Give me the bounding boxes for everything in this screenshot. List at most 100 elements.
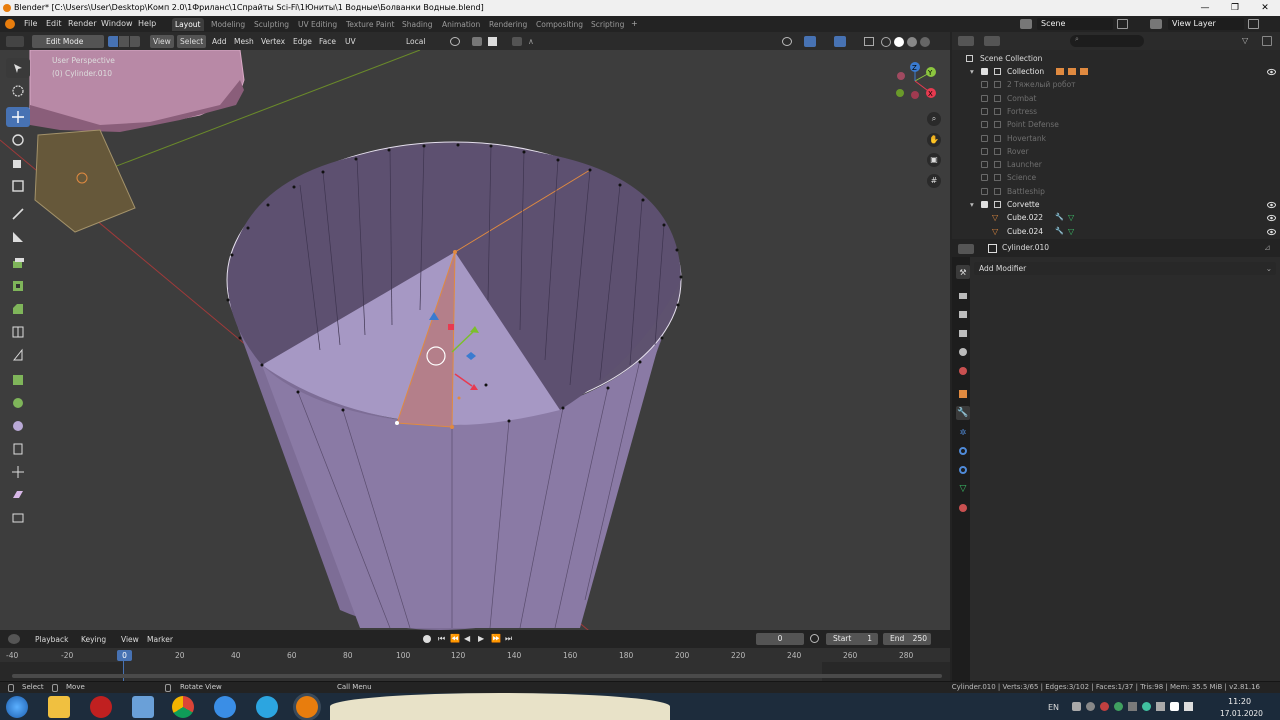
tab-sculpting[interactable]: Sculpting	[251, 18, 292, 31]
scale-tool[interactable]	[6, 153, 30, 173]
add-workspace-icon[interactable]: +	[631, 18, 638, 30]
shrink-fatten-tool[interactable]	[6, 462, 30, 482]
timeline-scrollbar[interactable]	[12, 674, 942, 678]
loop-cut-tool[interactable]	[6, 322, 30, 342]
end-frame-field[interactable]: End 250	[883, 633, 931, 645]
particles-tab-icon[interactable]: ✲	[956, 425, 970, 439]
visibility-icon[interactable]	[782, 37, 792, 46]
transform-tool[interactable]	[6, 176, 30, 196]
gizmo-toggle-icon[interactable]	[804, 36, 816, 47]
filter-icon[interactable]: ▽	[1242, 36, 1258, 46]
menu-add[interactable]: Add	[209, 35, 230, 48]
tab-compositing[interactable]: Compositing	[533, 18, 586, 31]
bevel-tool[interactable]	[6, 299, 30, 319]
outliner-search-input[interactable]: ⌕	[1070, 35, 1144, 47]
visibility-eye-icon[interactable]	[1267, 213, 1276, 222]
pivot-icon[interactable]	[450, 37, 460, 46]
maximize-button[interactable]: ❐	[1220, 0, 1250, 16]
exclude-checkbox[interactable]	[981, 107, 988, 115]
play-reverse-icon[interactable]: ◀	[464, 634, 470, 643]
start-frame-field[interactable]: Start 1	[826, 633, 878, 645]
new-collection-icon[interactable]	[1262, 36, 1272, 46]
physics-tab-icon[interactable]	[956, 444, 970, 458]
outliner-type-icon[interactable]	[958, 36, 974, 46]
visibility-eye-icon[interactable]	[1267, 227, 1276, 235]
chrome-icon[interactable]	[172, 696, 194, 718]
camera-view-icon[interactable]: ▣	[927, 153, 941, 167]
shear-tool[interactable]	[6, 485, 30, 505]
menu-face[interactable]: Face	[316, 35, 339, 48]
outliner-row[interactable]: Combat	[952, 92, 1280, 105]
tab-scripting[interactable]: Scripting	[588, 18, 627, 31]
inset-tool[interactable]	[6, 276, 30, 296]
notepad-icon[interactable]	[132, 696, 154, 718]
stopwatch-icon[interactable]	[810, 634, 819, 643]
constraints-tab-icon[interactable]	[956, 463, 970, 477]
exclude-checkbox[interactable]	[981, 147, 988, 155]
snap-target-icon[interactable]	[488, 37, 497, 46]
tab-layout[interactable]: Layout	[172, 18, 204, 31]
zoom-icon[interactable]: ⌕	[927, 112, 941, 126]
outliner-row[interactable]: Scene Collection	[952, 52, 1280, 65]
outliner-row[interactable]: Hovertank	[952, 132, 1280, 145]
exclude-checkbox[interactable]	[981, 121, 988, 129]
outliner-row[interactable]: Battleship	[952, 185, 1280, 198]
menu-select[interactable]: Select	[177, 35, 207, 48]
menu-keying[interactable]: Keying	[78, 633, 109, 646]
apple-app-icon[interactable]	[90, 696, 112, 718]
menu-window[interactable]: Window	[101, 18, 133, 30]
display-mode-icon[interactable]	[984, 36, 1000, 46]
menu-render[interactable]: Render	[68, 18, 96, 30]
new-scene-icon[interactable]	[1117, 19, 1128, 29]
outliner-row[interactable]: Rover	[952, 145, 1280, 158]
expand-toggle-icon[interactable]: ▾	[970, 65, 974, 78]
tab-rendering[interactable]: Rendering	[486, 18, 530, 31]
menu-uv[interactable]: UV	[342, 35, 359, 48]
face-select-icon[interactable]	[130, 36, 140, 47]
close-button[interactable]: ✕	[1250, 0, 1280, 16]
tab-modeling[interactable]: Modeling	[208, 18, 248, 31]
outliner-row[interactable]: Fortress	[952, 105, 1280, 118]
menu-timeline-view[interactable]: View	[118, 633, 142, 646]
3d-viewport[interactable]: Y Z X User Perspective (0) Cylinder.010	[0, 50, 950, 630]
render-tab-icon[interactable]	[956, 289, 970, 303]
output-tab-icon[interactable]	[956, 307, 970, 321]
visibility-eye-icon[interactable]	[1267, 200, 1276, 209]
menu-mesh[interactable]: Mesh	[231, 35, 257, 48]
outliner-row[interactable]: Science	[952, 171, 1280, 184]
menu-file[interactable]: File	[24, 18, 37, 30]
smooth-tool[interactable]	[6, 416, 30, 436]
menu-vertex[interactable]: Vertex	[258, 35, 288, 48]
minimize-button[interactable]: —	[1190, 0, 1220, 16]
snap-icon[interactable]	[472, 37, 482, 46]
edge-select-icon[interactable]	[119, 36, 129, 47]
explorer-icon[interactable]	[48, 696, 70, 718]
view-layer-tab-icon[interactable]	[956, 326, 970, 340]
tab-shading[interactable]: Shading	[399, 18, 435, 31]
mode-selector[interactable]: Edit Mode	[32, 35, 104, 48]
cursor-tool[interactable]	[6, 81, 30, 101]
rotate-tool[interactable]	[6, 130, 30, 150]
outliner-row[interactable]: Launcher	[952, 158, 1280, 171]
wireframe-shading-icon[interactable]	[881, 37, 891, 47]
menu-help[interactable]: Help	[138, 18, 156, 30]
material-tab-icon[interactable]	[956, 501, 970, 515]
measure-tool[interactable]	[6, 227, 30, 247]
blender-menu-icon[interactable]	[5, 19, 15, 29]
view-layer-selector[interactable]: View Layer	[1168, 18, 1244, 30]
annotate-tool[interactable]	[6, 204, 30, 224]
add-modifier-dropdown[interactable]: Add Modifier ⌄	[974, 262, 1276, 275]
exclude-checkbox[interactable]	[981, 174, 988, 182]
rendered-shading-icon[interactable]	[920, 37, 930, 47]
telegram-icon[interactable]	[256, 696, 278, 718]
poly-build-tool[interactable]	[6, 370, 30, 390]
blender-taskbar-icon[interactable]	[296, 696, 318, 718]
exclude-checkbox[interactable]	[981, 94, 988, 102]
language-indicator[interactable]: EN	[1048, 703, 1059, 712]
new-view-layer-icon[interactable]	[1248, 19, 1259, 29]
falloff-icon[interactable]: ∧	[528, 37, 542, 46]
current-frame-field[interactable]: 0	[756, 633, 804, 645]
tab-animation[interactable]: Animation	[439, 18, 483, 31]
solid-shading-icon[interactable]	[894, 37, 904, 47]
modifier-tab-icon[interactable]: 🔧	[956, 406, 970, 420]
